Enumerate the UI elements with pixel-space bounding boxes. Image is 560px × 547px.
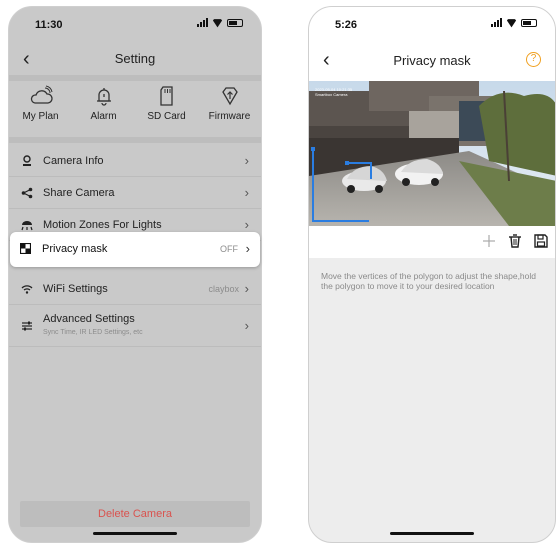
section-divider bbox=[9, 75, 261, 81]
sliders-icon bbox=[22, 321, 32, 331]
menu-item-share-camera[interactable]: Share Camera › bbox=[9, 177, 261, 209]
chevron-right-icon: › bbox=[244, 281, 249, 296]
battery-icon bbox=[521, 19, 537, 27]
mask-icon bbox=[20, 243, 31, 254]
status-bar: 5:26 bbox=[309, 7, 555, 37]
section-divider bbox=[9, 137, 261, 143]
camera-timestamp: 2023-05-04 10:21:35 Smartbox Camera bbox=[315, 87, 353, 97]
menu-item-wifi-settings[interactable]: WiFi Settings claybox › bbox=[9, 273, 261, 305]
light-icon bbox=[21, 221, 33, 231]
instruction-text: Move the vertices of the polygon to adju… bbox=[321, 271, 536, 291]
quick-action-label: Alarm bbox=[90, 111, 117, 122]
page-title: Setting bbox=[114, 51, 156, 66]
system-icons bbox=[491, 18, 537, 27]
add-icon[interactable] bbox=[481, 233, 497, 249]
privacy-mask-status: OFF bbox=[220, 244, 238, 254]
menu-item-advanced-settings[interactable]: Advanced Settings Sync Time, IR LED Sett… bbox=[9, 305, 261, 347]
camera-image bbox=[309, 81, 555, 226]
quick-action-label: Firmware bbox=[208, 111, 251, 122]
menu-item-label: Share Camera bbox=[43, 187, 115, 199]
quick-action-label: SD Card bbox=[147, 111, 186, 122]
settings-screen: 11:30 ‹ Setting My Plan Alarm SD Card Fi… bbox=[8, 6, 262, 543]
menu-item-label: Privacy mask bbox=[42, 243, 108, 255]
home-indicator[interactable] bbox=[93, 532, 177, 535]
battery-icon bbox=[227, 19, 243, 27]
cloud-icon bbox=[30, 85, 53, 104]
help-icon[interactable]: ? bbox=[526, 52, 541, 67]
page-title: Privacy mask bbox=[393, 53, 471, 68]
menu-item-label: Advanced Settings bbox=[43, 313, 135, 325]
chevron-right-icon: › bbox=[244, 153, 249, 168]
menu-item-privacy-mask[interactable]: Privacy mask OFF › bbox=[10, 232, 260, 267]
chevron-right-icon: › bbox=[245, 241, 250, 256]
status-bar: 11:30 bbox=[9, 7, 261, 37]
navigation-bar: ‹ Setting bbox=[9, 45, 261, 75]
share-icon bbox=[21, 187, 33, 199]
quick-action-my-plan[interactable]: My Plan bbox=[9, 83, 72, 135]
save-icon[interactable] bbox=[533, 233, 549, 249]
signal-icon bbox=[197, 18, 208, 27]
wifi-network-name: claybox bbox=[208, 284, 239, 294]
home-indicator[interactable] bbox=[390, 532, 474, 535]
privacy-mask-screen: 5:26 ‹ Privacy mask ? 2023-05-04 10:21:3… bbox=[308, 6, 556, 543]
quick-action-alarm[interactable]: Alarm bbox=[72, 83, 135, 135]
info-icon bbox=[23, 155, 31, 166]
quick-action-firmware[interactable]: Firmware bbox=[198, 83, 261, 135]
firmware-icon bbox=[221, 87, 238, 106]
delete-icon[interactable] bbox=[507, 233, 523, 249]
chevron-right-icon: › bbox=[244, 217, 249, 232]
quick-action-sd-card[interactable]: SD Card bbox=[135, 83, 198, 135]
chevron-right-icon: › bbox=[244, 318, 249, 333]
signal-icon bbox=[491, 18, 502, 27]
quick-action-label: My Plan bbox=[22, 111, 59, 122]
menu-item-label: Motion Zones For Lights bbox=[43, 219, 162, 231]
system-icons bbox=[197, 18, 243, 27]
camera-preview[interactable]: 2023-05-04 10:21:35 Smartbox Camera bbox=[309, 81, 555, 226]
bell-icon bbox=[96, 88, 111, 106]
quick-actions: My Plan Alarm SD Card Firmware bbox=[9, 83, 261, 135]
status-time: 11:30 bbox=[35, 19, 63, 31]
navigation-bar: ‹ Privacy mask ? bbox=[309, 37, 555, 81]
menu-item-label: Camera Info bbox=[43, 155, 104, 167]
menu-item-subtitle: Sync Time, IR LED Settings, etc bbox=[43, 329, 143, 336]
menu-item-camera-info[interactable]: Camera Info › bbox=[9, 145, 261, 177]
wifi-icon bbox=[21, 285, 33, 294]
chevron-right-icon: › bbox=[244, 185, 249, 200]
mask-toolbar bbox=[309, 226, 555, 258]
status-time: 5:26 bbox=[335, 19, 358, 31]
delete-camera-button[interactable]: Delete Camera bbox=[20, 501, 250, 527]
wifi-status-icon bbox=[506, 18, 517, 27]
sd-card-icon bbox=[159, 86, 173, 106]
wifi-status-icon bbox=[212, 18, 223, 27]
menu-item-label: WiFi Settings bbox=[43, 283, 108, 295]
